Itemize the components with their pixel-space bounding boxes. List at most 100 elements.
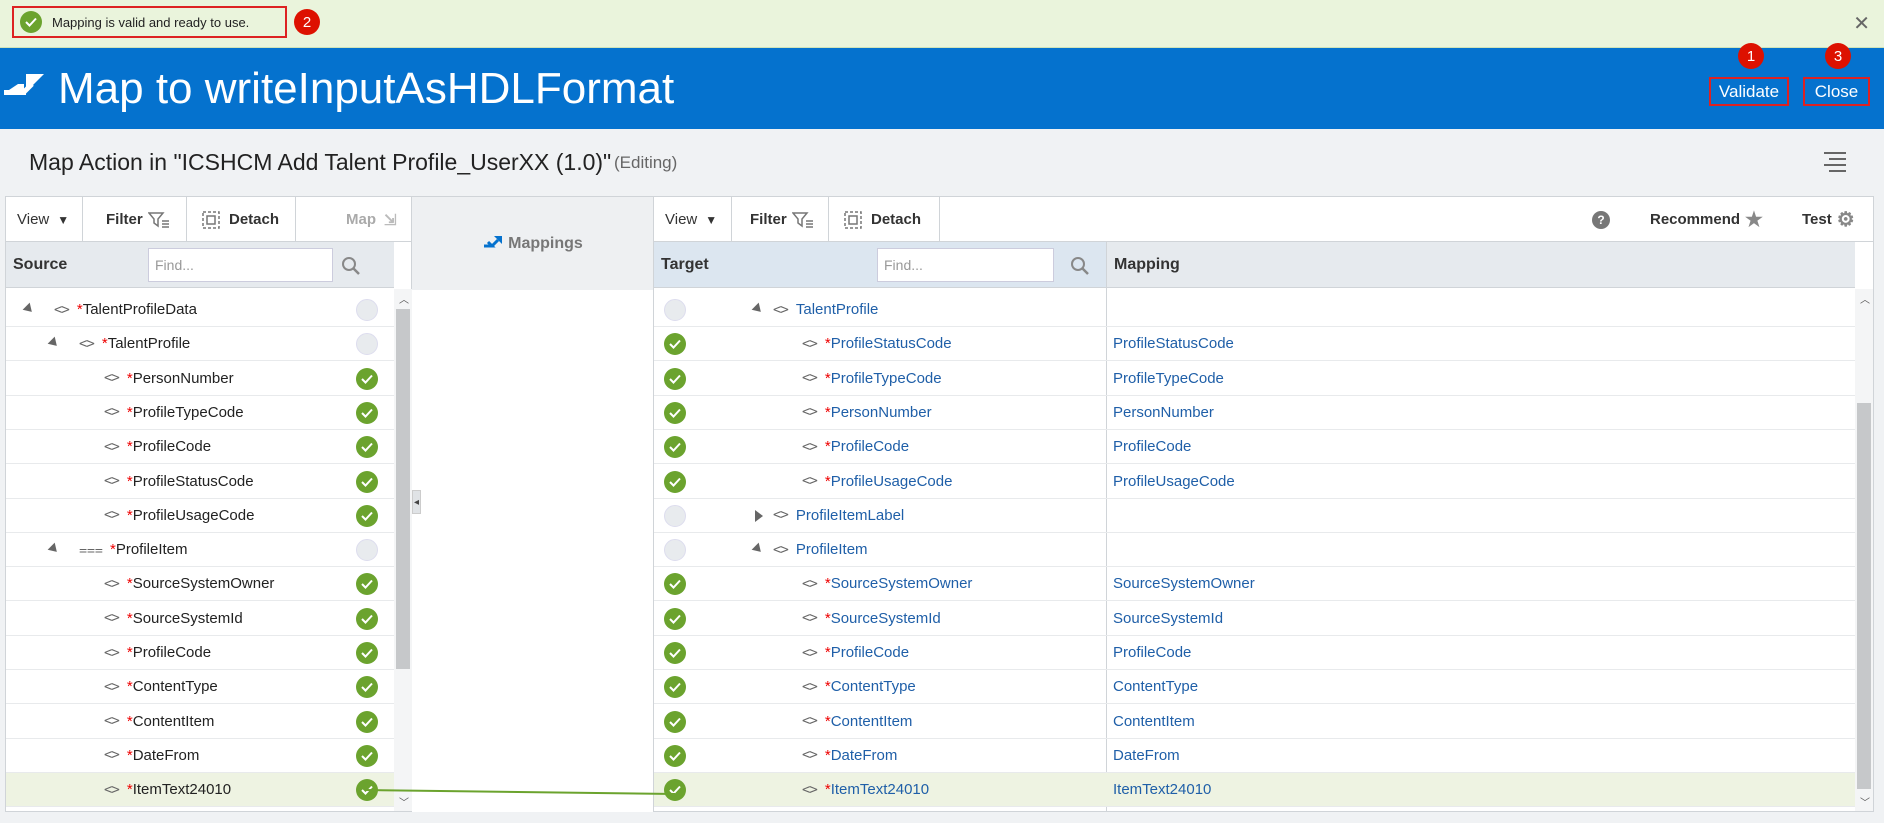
scroll-up-icon[interactable]: ︿	[399, 291, 409, 306]
map-button[interactable]: Map ⇲	[296, 197, 411, 242]
target-tree-row[interactable]: <> ProfileItemLabel	[654, 499, 1855, 533]
element-icon: <>	[802, 438, 818, 455]
target-detach-button[interactable]: Detach	[829, 197, 940, 242]
source-tree-row[interactable]: <> * PersonNumber	[6, 362, 394, 396]
target-tree-row[interactable]: <> ProfileItem	[654, 533, 1855, 568]
mapped-status-icon	[356, 573, 378, 596]
target-tree-row[interactable]: <> * PersonNumber PersonNumber	[654, 396, 1855, 430]
mapped-status-icon	[664, 607, 686, 630]
expand-toggle-icon[interactable]	[47, 336, 61, 350]
recommend-button[interactable]: Recommend ★	[1650, 197, 1770, 242]
mapping-expression-link[interactable]: ProfileUsageCode	[1113, 473, 1235, 490]
element-icon: <>	[104, 507, 120, 524]
success-banner: Mapping is valid and ready to use. 2 ✕	[0, 0, 1884, 48]
expand-toggle-icon[interactable]	[22, 302, 36, 316]
callout-badge-1: 1	[1738, 43, 1764, 69]
target-tree-row[interactable]: <> * ContentItem ContentItem	[654, 705, 1855, 739]
editing-status: (Editing)	[614, 153, 678, 172]
mapping-expression-link[interactable]: ProfileTypeCode	[1113, 370, 1224, 387]
mapping-expression-link[interactable]: DateFrom	[1113, 747, 1180, 764]
target-scrollbar[interactable]: ︿ ﹀	[1855, 289, 1873, 811]
source-tree-row[interactable]: <> * TalentProfileData	[6, 293, 394, 327]
menu-icon[interactable]	[1824, 152, 1846, 176]
mapping-expression-link[interactable]: PersonNumber	[1113, 404, 1214, 421]
mapped-status-icon	[356, 607, 378, 630]
scroll-up-icon[interactable]: ︿	[1860, 291, 1870, 306]
search-icon[interactable]	[341, 256, 361, 276]
target-tree-row[interactable]: <> * ContentType ContentType	[654, 670, 1855, 705]
close-banner-icon[interactable]: ✕	[1853, 11, 1870, 36]
target-view-menu[interactable]: View ▼	[654, 197, 732, 242]
target-tree-row[interactable]: <> * ProfileUsageCode ProfileUsageCode	[654, 465, 1855, 499]
source-toolbar: View ▼ Filter Detach Map ⇲	[6, 197, 411, 242]
target-tree-row[interactable]: <> * DateFrom DateFrom	[654, 739, 1855, 773]
source-node-label: SourceSystemOwner	[132, 575, 275, 593]
source-tree-row[interactable]: ⩶ * ProfileItem	[6, 533, 394, 568]
element-icon: <>	[104, 713, 120, 730]
target-node-label: ProfileStatusCode	[830, 335, 952, 353]
expand-toggle-icon[interactable]	[751, 302, 765, 316]
source-tree-row[interactable]: <> * ProfileStatusCode	[6, 465, 394, 499]
source-tree-row[interactable]: <> * ItemText24010	[6, 773, 394, 808]
target-find-input[interactable]: Find...	[877, 248, 1054, 282]
validate-button[interactable]: Validate	[1709, 77, 1789, 106]
element-icon: <>	[104, 404, 120, 421]
target-tree-row[interactable]: <> * ProfileCode ProfileCode	[654, 430, 1855, 465]
element-icon: <>	[802, 473, 818, 489]
source-find-input[interactable]: Find...	[148, 248, 333, 282]
close-button[interactable]: Close	[1803, 77, 1870, 106]
mapping-expression-link[interactable]: ProfileCode	[1113, 644, 1191, 661]
search-icon[interactable]	[1070, 256, 1090, 276]
mapping-expression-link[interactable]: ItemText24010	[1113, 781, 1211, 798]
target-filter-label: Filter	[750, 211, 787, 228]
target-tree-row[interactable]: <> * ProfileTypeCode ProfileTypeCode	[654, 362, 1855, 396]
scroll-down-icon[interactable]: ﹀	[399, 794, 409, 809]
source-tree-row[interactable]: <> * SourceSystemId	[6, 602, 394, 636]
source-node-label: TalentProfileData	[82, 301, 197, 318]
source-scroll-thumb[interactable]	[396, 309, 410, 669]
callout-badge-2: 2	[294, 9, 320, 35]
mapping-expression-link[interactable]: ProfileCode	[1113, 438, 1191, 455]
target-tree-row[interactable]: <> * SourceSystemOwner SourceSystemOwner	[654, 567, 1855, 602]
target-tree-row[interactable]: <> * SourceSystemId SourceSystemId	[654, 602, 1855, 636]
collapse-panel-handle[interactable]: ◂	[412, 490, 421, 514]
source-tree-row[interactable]: <> * ContentItem	[6, 705, 394, 739]
target-node-label: PersonNumber	[830, 403, 932, 421]
source-tree-row[interactable]: <> * ProfileTypeCode	[6, 396, 394, 430]
mapping-expression-link[interactable]: SourceSystemId	[1113, 610, 1223, 627]
help-icon[interactable]: ?	[1592, 211, 1610, 229]
target-filter-button[interactable]: Filter	[732, 197, 829, 242]
source-filter-button[interactable]: Filter	[83, 197, 187, 242]
element-icon: <>	[104, 473, 120, 489]
target-tree-row[interactable]: <> * ProfileCode ProfileCode	[654, 636, 1855, 670]
source-node-label: ContentItem	[132, 712, 215, 730]
mapping-expression-link[interactable]: ContentType	[1113, 678, 1198, 695]
source-scrollbar[interactable]: ︿ ﹀	[394, 289, 412, 811]
mapping-expression-link[interactable]: SourceSystemOwner	[1113, 575, 1255, 592]
source-view-menu[interactable]: View ▼	[6, 197, 83, 242]
source-tree-row[interactable]: <> * TalentProfile	[6, 327, 394, 362]
check-circle-icon	[20, 11, 42, 33]
source-tree-row[interactable]: <> * SourceSystemOwner	[6, 567, 394, 602]
source-tree-row[interactable]: <> * ProfileCode	[6, 430, 394, 465]
target-scroll-thumb[interactable]	[1857, 403, 1871, 789]
target-tree-row[interactable]: <> * ProfileStatusCode ProfileStatusCode	[654, 327, 1855, 362]
mapping-expression-link[interactable]: ProfileStatusCode	[1113, 335, 1234, 352]
source-tree-row[interactable]: <> * ProfileUsageCode	[6, 499, 394, 533]
mapping-expression-link[interactable]: ContentItem	[1113, 713, 1195, 730]
target-tree-row[interactable]: <> * ItemText24010 ItemText24010	[654, 773, 1855, 808]
collapsed-toggle-icon[interactable]	[755, 509, 763, 522]
source-tree-row[interactable]: <> * DateFrom	[6, 739, 394, 773]
repeating-element-icon: ⩶	[79, 541, 103, 558]
expand-toggle-icon[interactable]	[47, 542, 61, 556]
mapped-status-icon	[356, 676, 378, 699]
scroll-down-icon[interactable]: ﹀	[1860, 794, 1870, 809]
source-tree-row[interactable]: <> * ProfileCode	[6, 636, 394, 670]
test-button[interactable]: Test ⚙	[1802, 197, 1867, 242]
detach-icon	[202, 210, 220, 229]
source-detach-button[interactable]: Detach	[187, 197, 296, 242]
target-tree-row[interactable]: <> TalentProfile	[654, 293, 1855, 327]
expand-toggle-icon[interactable]	[751, 542, 765, 556]
source-tree-row[interactable]: <> * ContentType	[6, 670, 394, 705]
unmapped-status-icon	[356, 333, 378, 356]
